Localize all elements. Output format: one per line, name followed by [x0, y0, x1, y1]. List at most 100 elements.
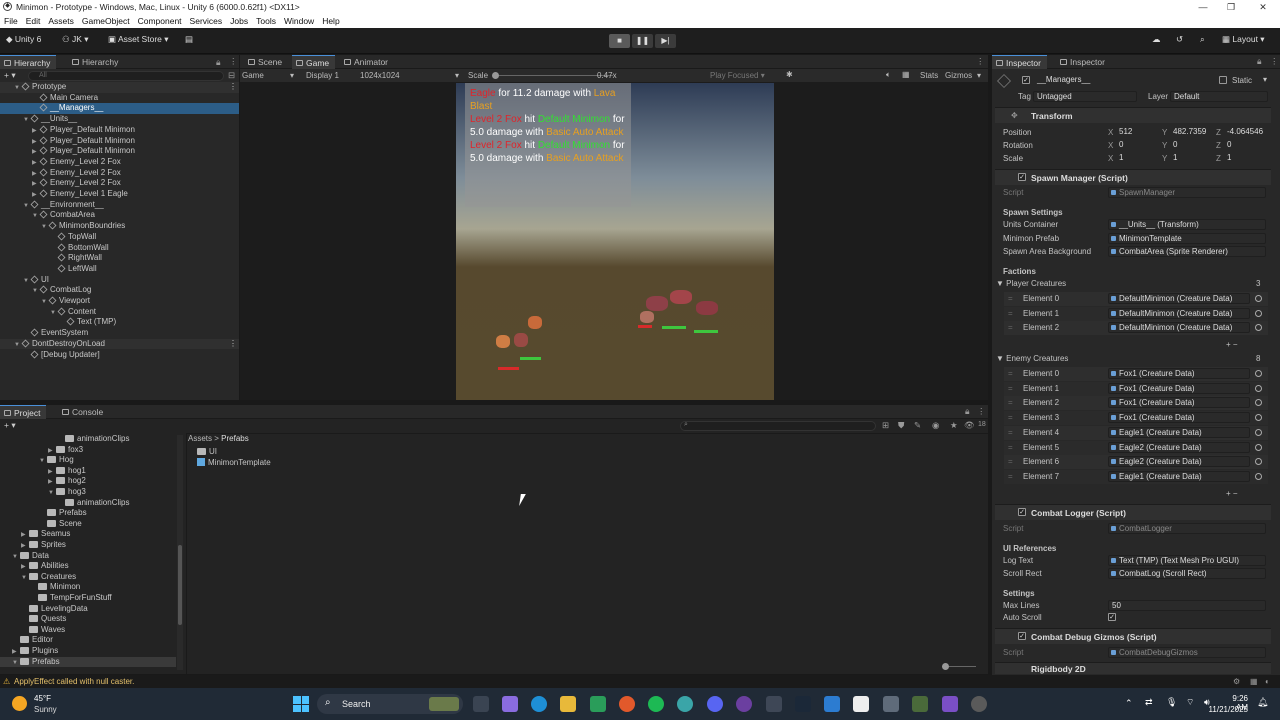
collab-icon[interactable]: ◐ [1265, 675, 1270, 688]
tab-hierarchy[interactable]: Hierarchy [0, 55, 57, 69]
bug-icon[interactable]: ✱ [786, 70, 793, 79]
scale-slider[interactable] [493, 75, 613, 76]
creature-data-field[interactable]: Fox1 (Creature Data) [1108, 382, 1250, 394]
drag-handle-icon[interactable]: = [1008, 309, 1013, 318]
creature-data-field[interactable]: Eagle1 (Creature Data) [1108, 470, 1250, 482]
notepad-icon[interactable] [824, 696, 840, 712]
settings-icon[interactable] [883, 696, 899, 712]
weather-temp[interactable]: 45°F [34, 694, 51, 703]
hierarchy-item[interactable]: ▼ CombatArea [0, 210, 239, 221]
hierarchy-item[interactable]: RightWall [0, 253, 239, 264]
creature-data-field[interactable]: Eagle2 (Creature Data) [1108, 441, 1250, 453]
unity-hub-icon[interactable] [766, 696, 782, 712]
hierarchy-item[interactable]: LeftWall [0, 264, 239, 275]
filter-by-label-icon[interactable]: ⛊ [898, 420, 904, 431]
enemy-count[interactable]: 8 [1256, 354, 1260, 363]
hierarchy-item[interactable]: ▶ Enemy_Level 1 Eagle [0, 189, 239, 200]
project-folder-item[interactable]: Waves [0, 625, 176, 636]
project-search-input[interactable] [680, 421, 876, 431]
drag-handle-icon[interactable]: = [1008, 369, 1013, 378]
add-object-button[interactable]: + ▾ [4, 70, 16, 81]
more-icon[interactable]: ⋮ [1270, 56, 1279, 67]
project-folder-item[interactable]: LevelingData [0, 604, 176, 615]
more-icon[interactable]: ⋮ [229, 82, 237, 93]
scale-x-field[interactable]: 1 [1117, 153, 1161, 164]
spawn-bg-field[interactable]: CombatArea (Sprite Renderer) [1108, 246, 1266, 257]
asset-item-folder[interactable]: UI [197, 447, 217, 456]
search-icon[interactable]: ⌕ [1200, 34, 1205, 45]
project-folder-item[interactable]: ▶ Plugins [0, 646, 176, 657]
lock-icon[interactable]: 🔒︎ [216, 57, 221, 68]
creature-data-field[interactable]: Fox1 (Creature Data) [1108, 368, 1250, 379]
account-dropdown[interactable]: ⚇ JK ▾ [62, 34, 89, 45]
task-view-icon[interactable] [473, 696, 489, 712]
hierarchy-item[interactable]: Main Camera [0, 93, 239, 104]
tab-inspector[interactable]: Inspector [992, 55, 1047, 69]
notification-icon[interactable]: 🔔︎ [1257, 697, 1268, 708]
gizmos-button[interactable]: Gizmos [945, 71, 972, 80]
step-button[interactable]: ▶| [655, 34, 676, 48]
hierarchy-item[interactable]: ▼ MinimonBoundries [0, 221, 239, 232]
rotation-z-field[interactable]: 0 [1225, 140, 1269, 151]
tray-chevron-icon[interactable]: ⌃ [1125, 698, 1133, 709]
player-creatures-foldout[interactable]: ▼ Player Creatures [996, 279, 1066, 288]
scroll-rect-field[interactable]: CombatLog (Scroll Rect) [1108, 568, 1266, 579]
position-z-field[interactable]: -4.064546 [1225, 127, 1269, 138]
tab-inspector-2[interactable]: Inspector [1056, 55, 1111, 69]
creature-data-field[interactable]: Eagle1 (Creature Data) [1108, 426, 1250, 438]
pause-button[interactable]: ❚❚ [632, 34, 653, 48]
hierarchy-item[interactable]: __Managers__ [0, 103, 239, 115]
cloud-icon[interactable]: ☁ [1152, 34, 1161, 45]
lock-icon[interactable]: 🔒︎ [965, 406, 970, 417]
tray-app-icon[interactable]: ⇄ [1145, 697, 1153, 708]
hierarchy-item[interactable]: BottomWall [0, 243, 239, 254]
object-picker-icon[interactable] [1255, 428, 1262, 436]
grid-icon[interactable]: ▦ [902, 70, 910, 79]
drag-handle-icon[interactable]: = [1008, 398, 1013, 407]
hierarchy-item[interactable]: ▼ CombatLog [0, 285, 239, 296]
object-picker-icon[interactable] [1255, 443, 1262, 451]
icon-size-handle[interactable] [942, 663, 949, 670]
hierarchy-item[interactable]: ▶ Enemy_Level 2 Fox [0, 168, 239, 179]
create-asset-button[interactable]: + ▾ [4, 420, 16, 431]
excel-icon[interactable] [590, 696, 606, 712]
hierarchy-item[interactable]: ▼ Content [0, 307, 239, 318]
drag-handle-icon[interactable]: = [1008, 294, 1013, 303]
auto-scroll-checkbox[interactable]: ✓ [1108, 613, 1116, 621]
discord-icon[interactable] [707, 696, 723, 712]
hidden-packages-icon[interactable]: ◉ [932, 420, 939, 431]
rotation-y-field[interactable]: 0 [1171, 140, 1215, 151]
app-icon[interactable] [912, 696, 928, 712]
drag-handle-icon[interactable]: = [1008, 413, 1013, 422]
menu-item[interactable]: GameObject [78, 14, 134, 28]
eye-icon[interactable]: 👁︎ [964, 420, 975, 431]
project-folder-item[interactable]: animationClips [0, 434, 176, 445]
project-folder-item[interactable]: ▶ Seamus [0, 529, 176, 540]
unity-account-button[interactable]: ◆ Unity 6 [6, 34, 41, 45]
log-text-field[interactable]: Text (TMP) (Text Mesh Pro UGUI) [1108, 555, 1266, 566]
transform-header[interactable]: Transform [995, 107, 1271, 123]
creature-data-field[interactable]: DefaultMinimon (Creature Data) [1108, 322, 1250, 334]
object-picker-icon[interactable] [1255, 309, 1262, 317]
project-folder-item[interactable]: ▶ Abilities [0, 561, 176, 572]
hierarchy-item[interactable]: Text (TMP) [0, 317, 239, 328]
menu-item[interactable]: Help [318, 14, 343, 28]
hierarchy-item[interactable]: ▶ Player_Default Minimon [0, 136, 239, 147]
spawn-manager-header[interactable]: Spawn Manager (Script) [995, 169, 1271, 185]
chrome-icon[interactable] [677, 696, 693, 712]
combat-logger-header[interactable]: Combat Logger (Script) [995, 504, 1271, 520]
play-button[interactable]: ■ [609, 34, 630, 48]
hierarchy-item[interactable]: [Debug Updater] [0, 350, 239, 361]
object-picker-icon[interactable] [1255, 370, 1262, 377]
tab-console[interactable]: Console [58, 405, 109, 419]
cloud-build-icon[interactable]: ▤ [185, 34, 193, 45]
menu-item[interactable]: Jobs [226, 14, 252, 28]
hierarchy-item[interactable]: ▼ __Units__ [0, 114, 239, 125]
steam-icon[interactable] [795, 696, 811, 712]
project-folder-item[interactable]: Quests [0, 614, 176, 625]
drag-handle-icon[interactable]: = [1008, 428, 1013, 437]
project-folder-item[interactable]: animationClips [0, 498, 176, 509]
project-folder-item[interactable]: ▼ Data [0, 551, 176, 562]
foldout-arrow-icon[interactable]: ▼ [12, 658, 20, 669]
scale-z-field[interactable]: 1 [1225, 153, 1269, 164]
